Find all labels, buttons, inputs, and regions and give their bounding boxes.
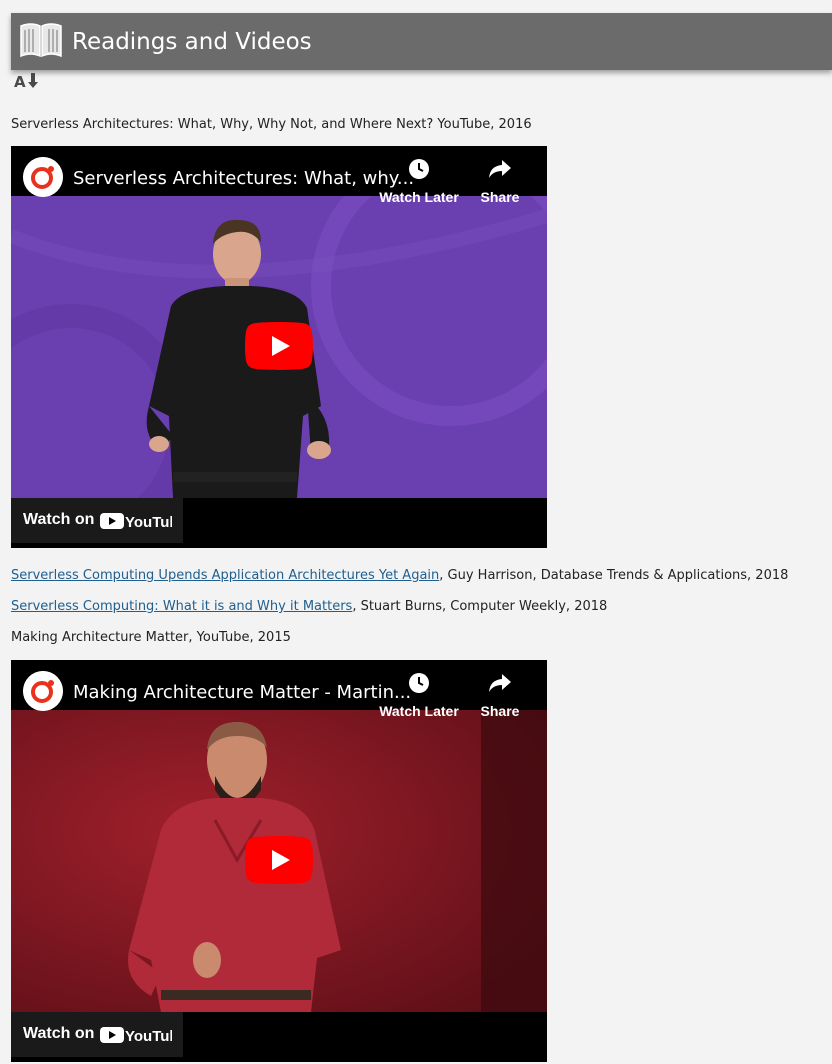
section-header: Readings and Videos (11, 13, 832, 70)
video-embed[interactable]: Making Architecture Matter - Martin... W… (11, 660, 547, 1062)
share-label: Share (480, 189, 520, 205)
watch-later-button[interactable]: Watch Later (374, 672, 464, 719)
watch-on-label: Watch on (23, 511, 95, 528)
reading-item: Making Architecture Matter, YouTube, 201… (11, 630, 291, 645)
article-link[interactable]: Serverless Computing Upends Application … (11, 568, 439, 583)
reading-text: Serverless Architectures: What, Why, Why… (11, 117, 532, 132)
reading-text: Making Architecture Matter, YouTube, 201… (11, 630, 291, 645)
watch-on-youtube-button[interactable]: Watch on YouTube (11, 1012, 183, 1057)
youtube-logo-icon: YouTube (100, 513, 172, 530)
sort-alpha-down-icon[interactable]: A (14, 72, 40, 90)
clock-icon (409, 673, 429, 693)
video-title[interactable]: Serverless Architectures: What, why... (73, 168, 414, 189)
channel-logo-icon[interactable] (23, 671, 63, 711)
play-button-icon[interactable] (245, 322, 313, 370)
share-button[interactable]: Share (455, 158, 545, 205)
platform-label: YouTube (125, 1028, 172, 1044)
watch-on-youtube-button[interactable]: Watch on YouTube (11, 498, 183, 543)
watch-later-button[interactable]: Watch Later (374, 158, 464, 205)
article-link[interactable]: Serverless Computing: What it is and Why… (11, 599, 352, 614)
page-title: Readings and Videos (72, 29, 312, 55)
video-embed[interactable]: Serverless Architectures: What, why... W… (11, 146, 547, 548)
svg-text:A: A (14, 73, 26, 90)
book-icon (20, 23, 62, 58)
reading-item: Serverless Architectures: What, Why, Why… (11, 117, 532, 132)
share-button[interactable]: Share (455, 672, 545, 719)
video-bottom-bar: Watch on YouTube (11, 498, 547, 548)
share-label: Share (480, 703, 520, 719)
video-title[interactable]: Making Architecture Matter - Martin... (73, 682, 411, 703)
article-source: , Guy Harrison, Database Trends & Applic… (439, 568, 789, 583)
reading-item: Serverless Computing: What it is and Why… (11, 599, 607, 614)
platform-label: YouTube (125, 514, 172, 530)
play-button-icon[interactable] (245, 836, 313, 884)
channel-logo-icon[interactable] (23, 157, 63, 197)
youtube-logo-icon: YouTube (100, 1027, 172, 1044)
share-icon (489, 674, 511, 692)
watch-on-label: Watch on (23, 1025, 95, 1042)
video-top-bar: Serverless Architectures: What, why... W… (11, 146, 547, 205)
video-bottom-bar: Watch on YouTube (11, 1012, 547, 1062)
video-top-bar: Making Architecture Matter - Martin... W… (11, 660, 547, 719)
watch-later-label: Watch Later (379, 189, 459, 205)
share-icon (489, 160, 511, 178)
article-source: , Stuart Burns, Computer Weekly, 2018 (352, 599, 608, 614)
clock-icon (409, 159, 429, 179)
reading-item: Serverless Computing Upends Application … (11, 568, 788, 583)
watch-later-label: Watch Later (379, 703, 459, 719)
